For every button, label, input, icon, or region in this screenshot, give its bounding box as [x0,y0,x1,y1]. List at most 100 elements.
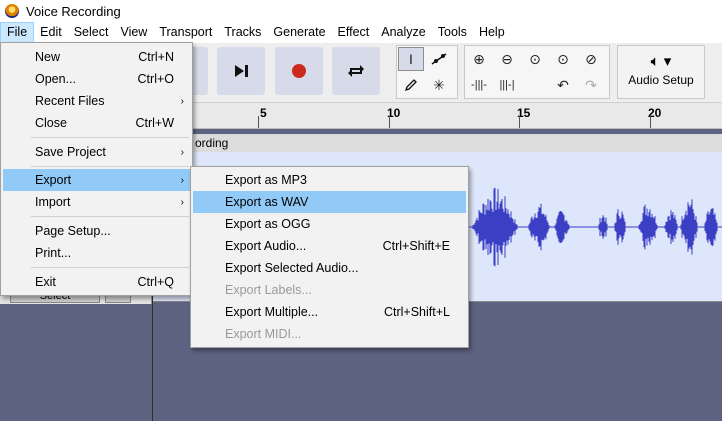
selection-tool-button[interactable]: I [398,47,424,71]
menu-analyze[interactable]: Analyze [375,22,431,43]
menu-item-label: Export Selected Audio... [225,261,359,275]
menu-item-label: Open... [35,72,76,86]
ruler-tick [650,116,651,128]
menu-item-shortcut: Ctrl+Shift+E [382,239,450,253]
menu-item-label: Import [35,195,71,209]
menu-item-label: Print... [35,246,72,260]
file-menu-dropdown: New Ctrl+N Open... Ctrl+O Recent Files ›… [0,42,193,296]
title-bar: Voice Recording [0,0,722,22]
ruler-tick [258,116,259,128]
menu-tools[interactable]: Tools [432,22,473,43]
zoom-in-button[interactable]: ⊕ [466,47,492,71]
audacity-logo-icon [4,3,20,19]
menu-item-label: Close [35,116,67,130]
submenu-arrow-icon: › [180,95,184,107]
menu-generate[interactable]: Generate [267,22,331,43]
menu-separator [31,267,189,268]
menu-item-shortcut: Ctrl+W [135,116,174,130]
fit-selection-icon: ⊙ [529,50,541,67]
zoom-out-button[interactable]: ⊖ [494,47,520,71]
file-page-setup-item[interactable]: Page Setup... [3,220,190,242]
menu-item-label: Exit [35,275,56,289]
trim-button[interactable]: -|||- [466,73,492,97]
export-mp3-item[interactable]: Export as MP3 [193,169,466,191]
fit-project-button[interactable]: ⊙ [550,47,576,71]
zoom-out-icon: ⊖ [501,50,513,67]
clip-name: ording [195,136,229,150]
menu-help[interactable]: Help [473,22,511,43]
silence-button[interactable]: |||-| [494,73,520,97]
menu-tracks[interactable]: Tracks [218,22,267,43]
menu-separator [31,137,189,138]
menu-item-label: Recent Files [35,94,105,108]
silence-audio-icon: |||-| [499,79,515,91]
export-audio-item[interactable]: Export Audio... Ctrl+Shift+E [193,235,466,257]
envelope-icon [431,53,447,65]
zoom-toggle-icon: ⊘ [585,50,597,67]
menu-effect[interactable]: Effect [332,22,376,43]
ruler-label: 5 [260,106,267,120]
menu-bar: File Edit Select View Transport Tracks G… [0,22,722,43]
submenu-arrow-icon: › [180,196,184,208]
i-beam-icon: I [409,51,413,67]
multi-tool-button[interactable]: ✳ [426,73,452,97]
file-exit-item[interactable]: Exit Ctrl+Q [3,271,190,293]
trim-audio-icon: -|||- [471,79,487,91]
menu-item-label: Export Multiple... [225,305,319,319]
menu-item-label: Export Audio... [225,239,307,253]
menu-item-label: New [35,50,61,64]
skip-to-end-button[interactable] [217,47,265,95]
menu-item-label: Page Setup... [35,224,111,238]
submenu-arrow-icon: › [180,174,184,186]
export-selected-audio-item[interactable]: Export Selected Audio... [193,257,466,279]
zoom-toggle-button[interactable]: ⊘ [578,47,604,71]
pencil-icon [404,79,417,92]
menu-item-shortcut: Ctrl+O [137,72,174,86]
draw-tool-button[interactable] [398,73,424,97]
export-midi-item: Export MIDI... [193,323,466,345]
file-new-item[interactable]: New Ctrl+N [3,46,190,68]
file-export-item[interactable]: Export › [3,169,190,191]
fit-selection-button[interactable]: ⊙ [522,47,548,71]
skip-end-icon [235,65,248,77]
ruler-tick [389,116,390,128]
menu-edit[interactable]: Edit [34,22,68,43]
file-recent-files-item[interactable]: Recent Files › [3,90,190,112]
menu-item-label: Export Labels... [225,283,312,297]
file-import-item[interactable]: Import › [3,191,190,213]
redo-button[interactable]: ↷ [578,73,604,97]
menu-item-label: Save Project [35,145,106,159]
record-icon [292,64,306,78]
menu-file[interactable]: File [0,22,35,43]
file-print-item[interactable]: Print... [3,242,190,264]
export-multiple-item[interactable]: Export Multiple... Ctrl+Shift+L [193,301,466,323]
menu-item-label: Export MIDI... [225,327,302,341]
undo-button[interactable]: ↶ [550,73,576,97]
menu-select[interactable]: Select [68,22,115,43]
menu-item-shortcut: Ctrl+N [138,50,174,64]
envelope-tool-button[interactable] [426,47,452,71]
file-open-item[interactable]: Open... Ctrl+O [3,68,190,90]
loop-icon [348,65,364,77]
zoom-in-icon: ⊕ [473,50,485,67]
audio-setup-button[interactable]: 🔈︎ ▾ Audio Setup [617,45,705,99]
file-close-item[interactable]: Close Ctrl+W [3,112,190,134]
record-button[interactable] [275,47,323,95]
export-ogg-item[interactable]: Export as OGG [193,213,466,235]
menu-item-label: Export as MP3 [225,173,307,187]
export-submenu: Export as MP3 Export as WAV Export as OG… [190,166,469,348]
audio-setup-label: Audio Setup [628,73,694,87]
submenu-arrow-icon: › [180,146,184,158]
redo-icon: ↷ [585,76,597,93]
file-save-project-item[interactable]: Save Project › [3,141,190,163]
menu-separator [31,166,189,167]
ruler-tick [519,116,520,128]
menu-transport[interactable]: Transport [153,22,218,43]
undo-icon: ↶ [557,76,569,93]
speaker-icon: 🔈︎ ▾ [650,53,672,70]
export-wav-item[interactable]: Export as WAV [193,191,466,213]
clip-header[interactable]: ording [152,134,722,152]
loop-button[interactable] [332,47,380,95]
menu-view[interactable]: View [114,22,153,43]
export-labels-item: Export Labels... [193,279,466,301]
